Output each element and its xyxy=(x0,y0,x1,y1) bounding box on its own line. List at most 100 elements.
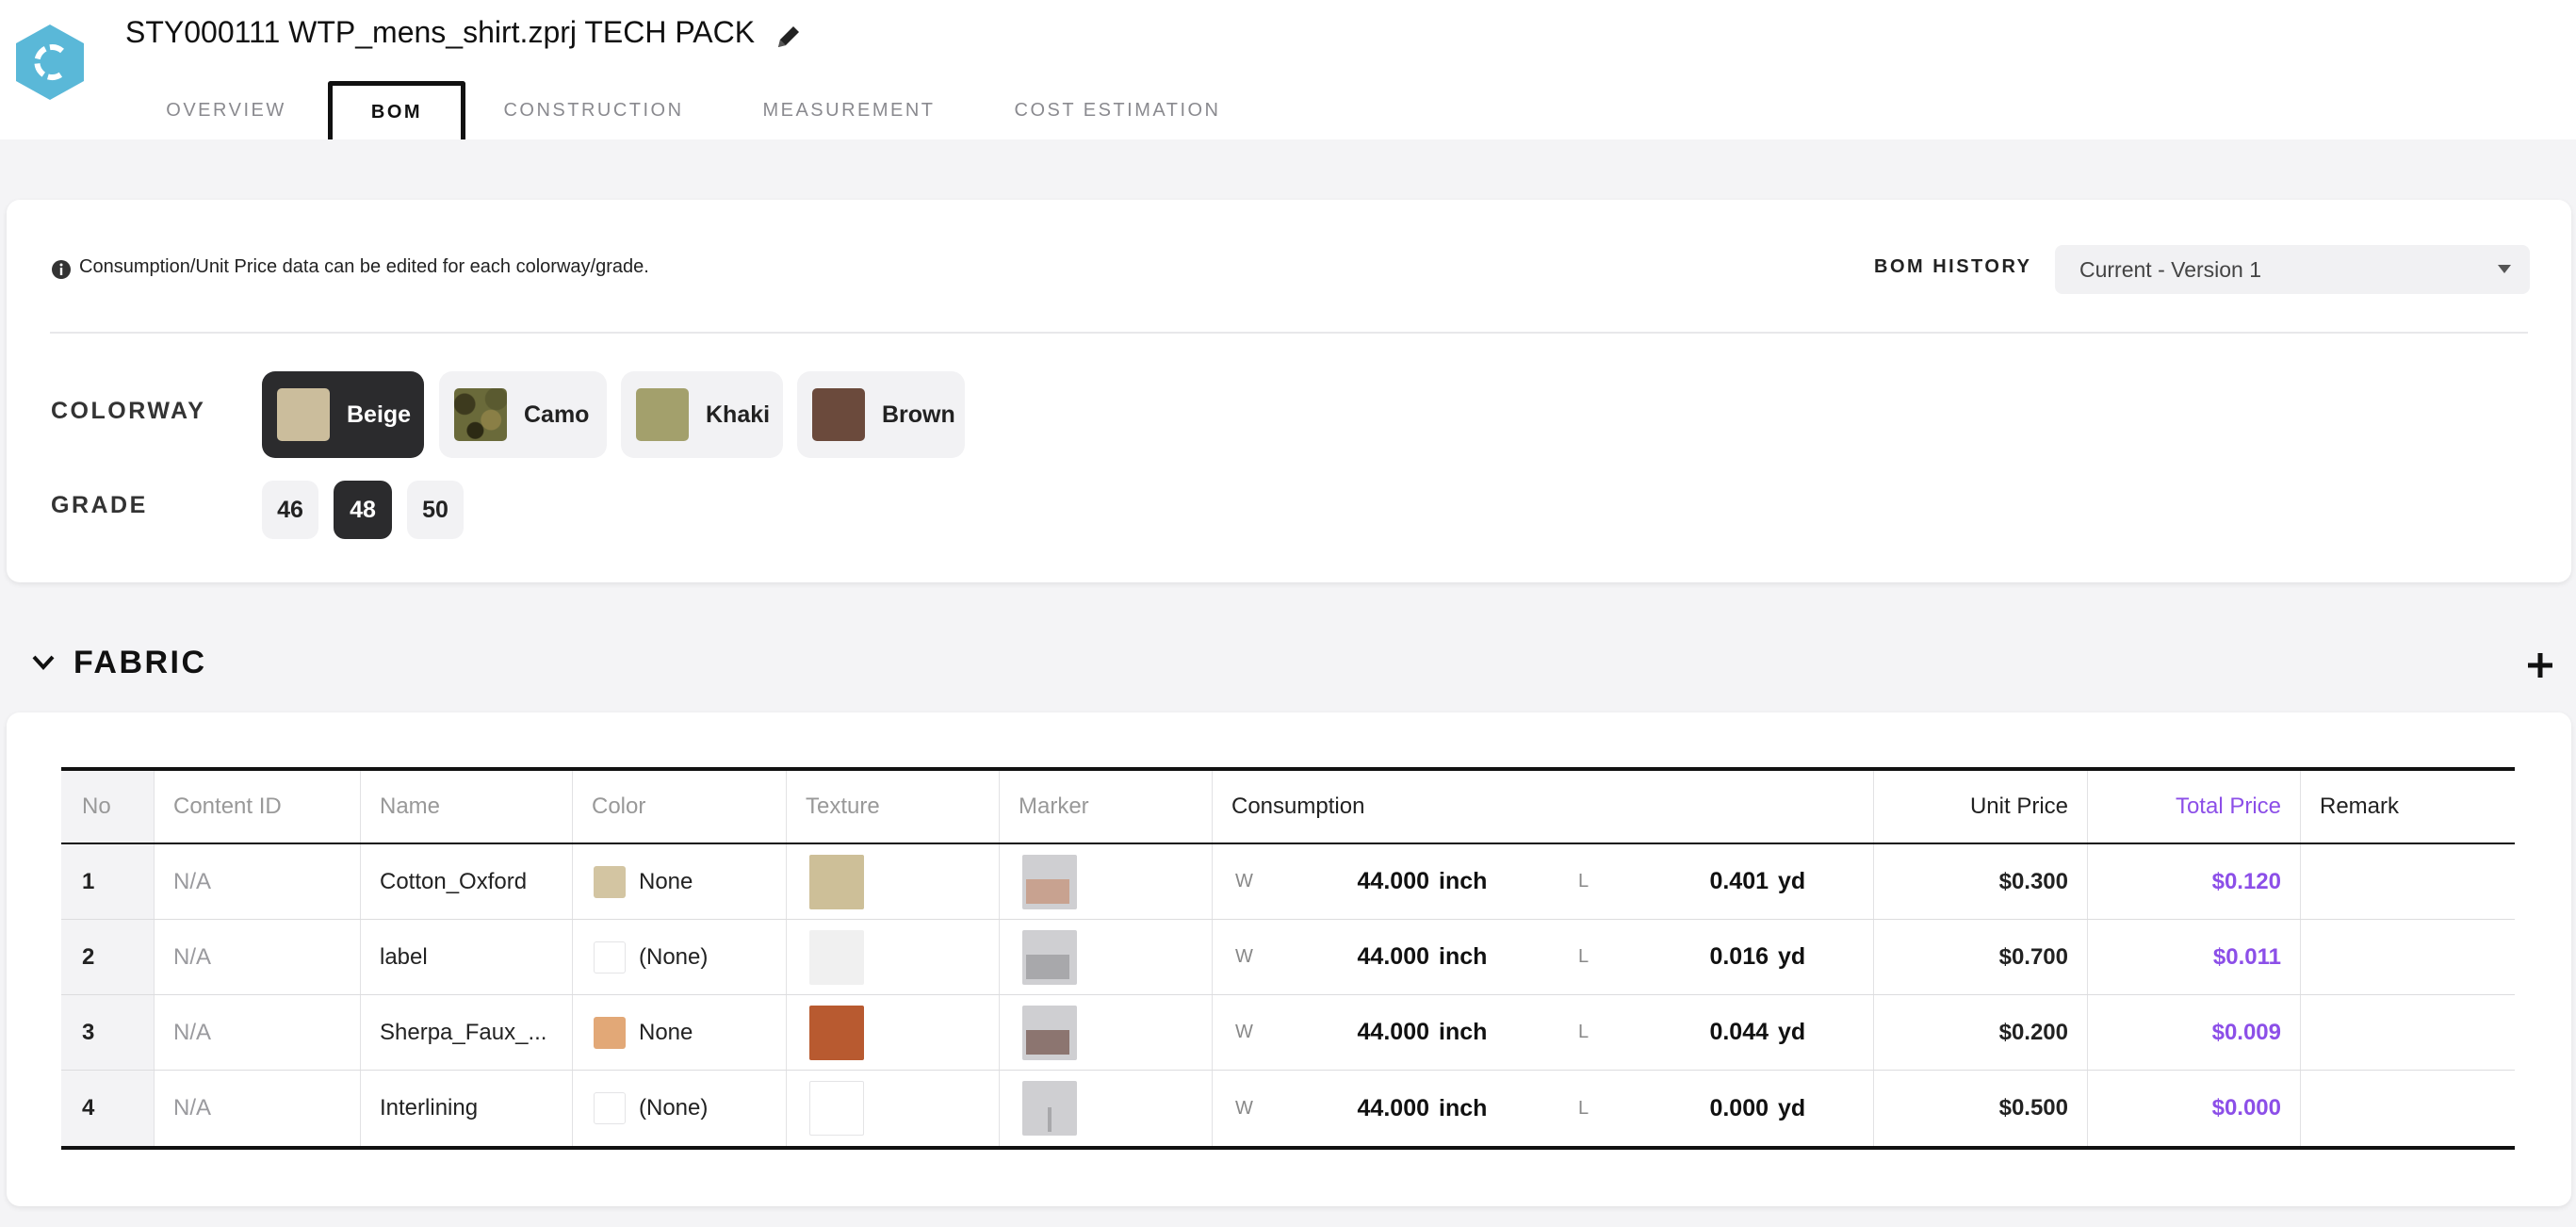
cell-consumption[interactable]: W 44.000 inch L 0.016 yd xyxy=(1213,920,1874,994)
colorway-name: Khaki xyxy=(706,401,771,428)
cell-marker[interactable] xyxy=(1000,1071,1213,1146)
cell-content-id: N/A xyxy=(155,844,361,919)
tab-construction[interactable]: CONSTRUCTION xyxy=(490,81,697,139)
cell-no: 3 xyxy=(61,995,155,1070)
length-unit: yd xyxy=(1778,943,1806,970)
cell-name[interactable]: Cotton_Oxford xyxy=(361,844,573,919)
cell-unit-price[interactable]: $0.700 xyxy=(1874,920,2088,994)
cell-texture[interactable] xyxy=(787,920,1000,994)
length-value: 0.016 xyxy=(1709,943,1769,970)
cell-consumption[interactable]: W 44.000 inch L 0.000 yd xyxy=(1213,1071,1874,1146)
table-row[interactable]: 1 N/A Cotton_Oxford None W 44.000 inch L… xyxy=(61,844,2515,920)
tab-measurement[interactable]: MEASUREMENT xyxy=(744,81,954,139)
column-header-no: No xyxy=(61,771,155,843)
length-unit: yd xyxy=(1778,868,1806,894)
cell-texture[interactable] xyxy=(787,995,1000,1070)
cell-remark[interactable] xyxy=(2301,844,2515,919)
marker-piece xyxy=(1048,1107,1052,1132)
cell-name[interactable]: Interlining xyxy=(361,1071,573,1146)
color-label: (None) xyxy=(639,1095,709,1121)
divider xyxy=(50,332,2528,334)
cell-name[interactable]: Sherpa_Faux_... xyxy=(361,995,573,1070)
texture-thumbnail xyxy=(809,854,864,909)
cell-no: 1 xyxy=(61,844,155,919)
tab-bom[interactable]: BOM xyxy=(328,81,465,139)
marker-piece xyxy=(1026,954,1069,979)
color-label: (None) xyxy=(639,943,709,970)
colorway-swatch xyxy=(277,388,330,441)
cell-marker[interactable] xyxy=(1000,995,1213,1070)
marker-thumbnail xyxy=(1022,1081,1077,1136)
table-row[interactable]: 2 N/A label (None) W 44.000 inch L 0.016… xyxy=(61,920,2515,995)
length-value: 0.401 xyxy=(1709,868,1769,894)
cell-color[interactable]: None xyxy=(573,844,787,919)
width-label: W xyxy=(1235,871,1253,892)
table-row[interactable]: 4 N/A Interlining (None) W 44.000 inch L… xyxy=(61,1071,2515,1146)
cell-remark[interactable] xyxy=(2301,920,2515,994)
color-swatch xyxy=(594,865,626,898)
cell-content-id: N/A xyxy=(155,920,361,994)
width-label: W xyxy=(1235,1022,1253,1042)
cell-total-price: $0.009 xyxy=(2088,995,2301,1070)
tab-bar: OVERVIEW BOM CONSTRUCTION MEASUREMENT CO… xyxy=(0,81,1319,139)
cell-texture[interactable] xyxy=(787,1071,1000,1146)
length-unit: yd xyxy=(1778,1094,1806,1121)
width-unit: inch xyxy=(1439,1019,1488,1045)
cell-remark[interactable] xyxy=(2301,1071,2515,1146)
cell-remark[interactable] xyxy=(2301,995,2515,1070)
bom-options-card: Consumption/Unit Price data can be edite… xyxy=(7,200,2571,582)
cell-color[interactable]: (None) xyxy=(573,920,787,994)
cell-unit-price[interactable]: $0.500 xyxy=(1874,1071,2088,1146)
cell-content-id: N/A xyxy=(155,995,361,1070)
colorway-chip-khaki[interactable]: Khaki xyxy=(621,371,783,458)
cell-texture[interactable] xyxy=(787,844,1000,919)
cell-unit-price[interactable]: $0.200 xyxy=(1874,995,2088,1070)
cell-consumption[interactable]: W 44.000 inch L 0.044 yd xyxy=(1213,995,1874,1070)
colorway-chip-brown[interactable]: Brown xyxy=(797,371,965,458)
cell-color[interactable]: (None) xyxy=(573,1071,787,1146)
grade-chip-50[interactable]: 50 xyxy=(407,481,464,539)
color-swatch xyxy=(594,1092,626,1124)
column-header-total-price: Total Price xyxy=(2088,771,2301,843)
add-plus-icon[interactable] xyxy=(2525,650,2555,680)
pencil-edit-icon[interactable] xyxy=(773,21,805,53)
colorway-name: Brown xyxy=(882,401,955,428)
table-row[interactable]: 3 N/A Sherpa_Faux_... None W 44.000 inch… xyxy=(61,995,2515,1071)
tab-cost-estimation[interactable]: COST ESTIMATION xyxy=(999,81,1236,139)
cell-marker[interactable] xyxy=(1000,844,1213,919)
grade-chip-46[interactable]: 46 xyxy=(262,481,318,539)
cell-total-price: $0.120 xyxy=(2088,844,2301,919)
length-unit: yd xyxy=(1778,1019,1806,1045)
cell-marker[interactable] xyxy=(1000,920,1213,994)
texture-thumbnail xyxy=(809,1081,864,1136)
fabric-table-card: No Content ID Name Color Texture Marker … xyxy=(7,712,2571,1206)
fabric-table: No Content ID Name Color Texture Marker … xyxy=(61,767,2515,1150)
colorway-chip-beige[interactable]: Beige xyxy=(262,371,424,458)
cell-total-price: $0.011 xyxy=(2088,920,2301,994)
width-value: 44.000 xyxy=(1357,1019,1429,1045)
color-swatch xyxy=(594,941,626,973)
length-label: L xyxy=(1578,871,1590,892)
tab-overview[interactable]: OVERVIEW xyxy=(151,81,302,139)
marker-thumbnail xyxy=(1022,1005,1077,1060)
length-label: L xyxy=(1578,946,1590,967)
marker-piece xyxy=(1026,878,1069,904)
width-label: W xyxy=(1235,946,1253,967)
texture-thumbnail xyxy=(809,929,864,985)
cell-color[interactable]: None xyxy=(573,995,787,1070)
column-header-name: Name xyxy=(361,771,573,843)
chevron-down-icon[interactable] xyxy=(30,652,57,673)
bom-history-value: Current - Version 1 xyxy=(2079,256,2262,282)
bom-history-label: BOM HISTORY xyxy=(1874,256,2032,277)
marker-piece xyxy=(1026,1029,1069,1055)
colorway-chip-camo[interactable]: Camo xyxy=(439,371,607,458)
bom-history-select[interactable]: Current - Version 1 xyxy=(2055,245,2530,294)
cell-unit-price[interactable]: $0.300 xyxy=(1874,844,2088,919)
cell-name[interactable]: label xyxy=(361,920,573,994)
width-value: 44.000 xyxy=(1357,943,1429,970)
colorway-swatch xyxy=(636,388,689,441)
color-swatch xyxy=(594,1016,626,1049)
marker-thumbnail xyxy=(1022,929,1077,985)
grade-chip-48[interactable]: 48 xyxy=(334,481,392,539)
cell-consumption[interactable]: W 44.000 inch L 0.401 yd xyxy=(1213,844,1874,919)
